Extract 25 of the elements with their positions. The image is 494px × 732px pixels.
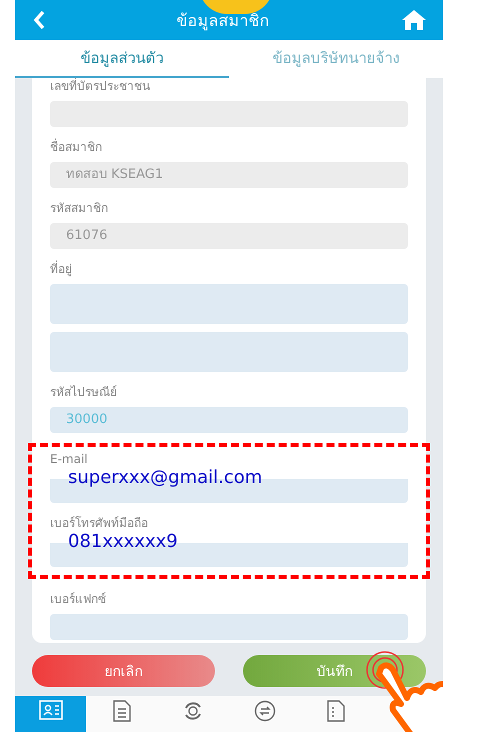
input-field[interactable] [50,614,408,640]
field-label: เบอร์แฟกซ์ [50,591,107,608]
home-icon[interactable] [401,9,427,31]
cancel-button[interactable]: ยกเลิก [32,655,215,687]
input-field[interactable]: superxxx@gmail.com [50,467,408,503]
input-field[interactable]: ทดสอบ KSEAG1 [50,162,408,188]
field-label: เบอร์โทรศัพท์มือถือ [50,515,149,531]
back-icon[interactable] [33,10,45,30]
document-list-icon [326,700,346,722]
field-label: ชื่อสมาชิก [50,138,103,156]
input-field[interactable] [50,332,408,372]
input-field[interactable]: 081xxxxxx9 [50,531,408,567]
input-field[interactable]: 61076 [50,223,408,249]
screen-title: ข้อมูลสมาชิก [176,10,270,32]
input-field[interactable]: 30000 [50,407,408,433]
contact-card-icon [38,700,63,720]
field-label: รหัสสมาชิก [50,200,109,217]
exchange-icon [254,700,276,722]
input-field[interactable] [50,284,408,324]
field-label: E-mail [50,451,89,467]
nav-item[interactable] [15,696,86,732]
field-label: เลขที่บัตรประชาชน [50,78,151,95]
document-icon [112,700,132,722]
field-label: ที่อยู่ [50,260,73,278]
field-label: รหัสไปรษณีย์ [50,384,118,401]
